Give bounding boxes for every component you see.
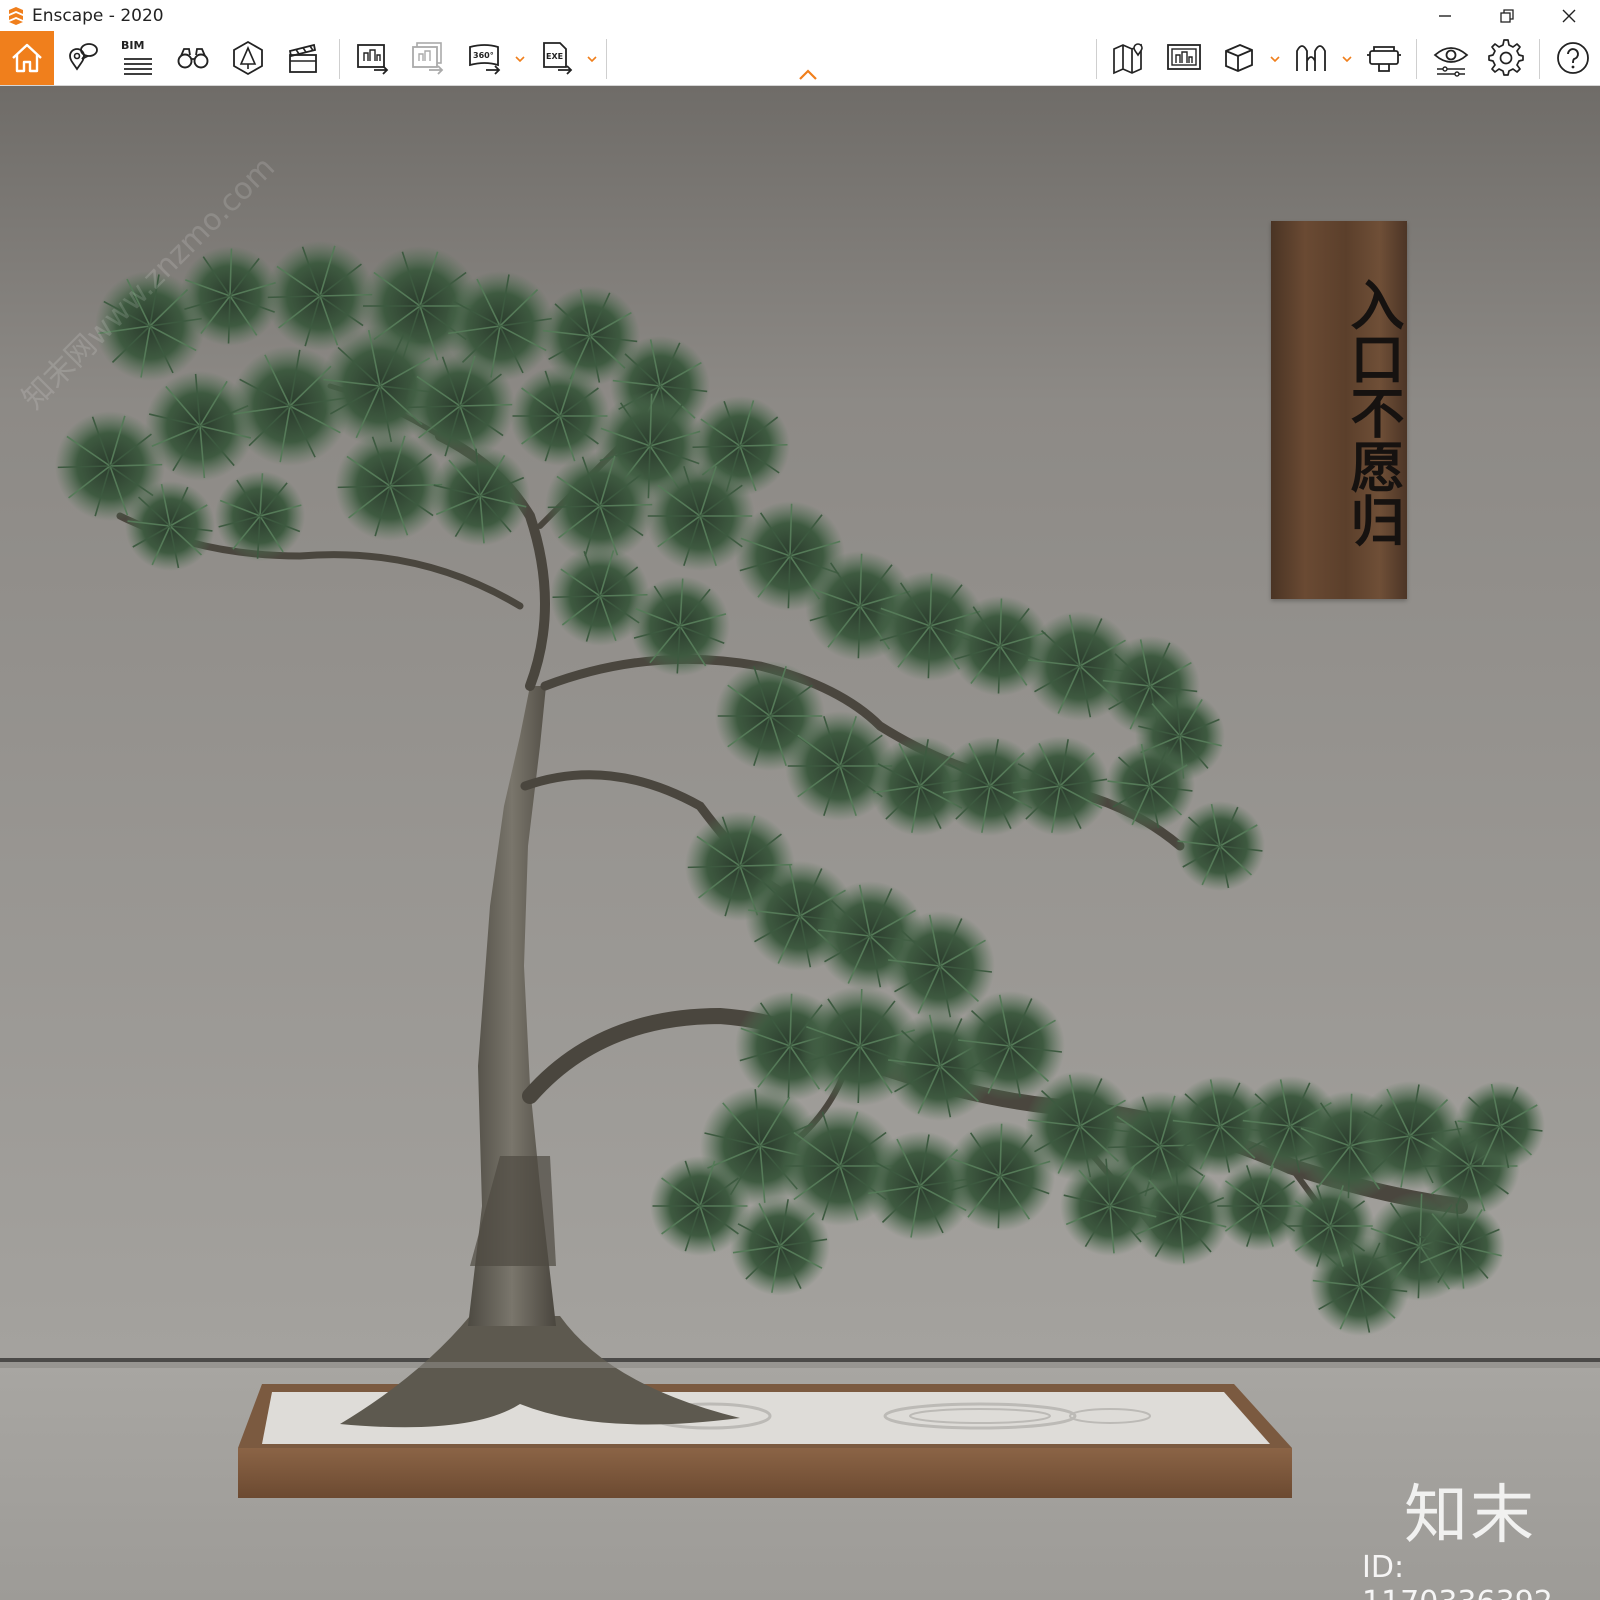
main-toolbar: BIM 360° EXE — [0, 31, 1600, 86]
svg-text:EXE: EXE — [546, 52, 563, 61]
restore-icon — [1500, 8, 1514, 23]
settings-button[interactable] — [1479, 31, 1533, 85]
toolbar-separator — [1539, 39, 1540, 79]
video-editor-button[interactable] — [276, 31, 330, 85]
vr-headset-button[interactable] — [1357, 31, 1411, 85]
home-icon — [12, 43, 42, 73]
map-button[interactable] — [1102, 31, 1156, 85]
chevron-down-icon — [587, 56, 597, 62]
home-button[interactable] — [0, 31, 54, 85]
minimize-icon — [1439, 14, 1451, 17]
toolbar-separator — [339, 39, 340, 79]
binoculars-icon — [177, 48, 209, 69]
chevron-down-icon — [1342, 56, 1352, 62]
plaque-calligraphy: 入口不愿归 — [1341, 277, 1405, 547]
binoculars-button[interactable] — [166, 31, 220, 85]
enscape-logo-icon — [9, 6, 23, 25]
wooden-plaque: 入口不愿归 — [1271, 221, 1407, 599]
view-management-icon — [69, 43, 98, 71]
help-button[interactable] — [1546, 31, 1600, 85]
svg-text:360°: 360° — [473, 51, 494, 60]
watermark-logo: 知末 — [1404, 1479, 1536, 1553]
export-image-icon — [357, 44, 389, 75]
batch-export-button[interactable] — [401, 31, 455, 85]
export-360-dropdown[interactable] — [513, 49, 527, 69]
help-icon — [1557, 42, 1589, 74]
panorama-dropdown[interactable] — [1340, 49, 1354, 69]
export-360-icon: 360° — [469, 44, 501, 75]
close-icon — [1562, 9, 1576, 22]
collapse-toolbar-icon[interactable] — [796, 67, 820, 83]
toolbar-separator — [606, 39, 607, 79]
toolbar-separator — [1096, 39, 1097, 79]
batch-export-icon — [412, 42, 444, 75]
minimize-button[interactable] — [1414, 0, 1476, 31]
export-exe-icon: EXE — [543, 42, 573, 75]
asset-library-icon — [233, 40, 263, 76]
panorama-button[interactable] — [1284, 31, 1338, 85]
map-icon — [1113, 43, 1143, 75]
window-title: Enscape - 2020 — [32, 5, 164, 26]
view-management-button[interactable] — [56, 31, 110, 85]
cube-icon — [1225, 44, 1253, 72]
chevron-down-icon — [1270, 56, 1280, 62]
bim-label: BIM — [121, 39, 145, 52]
restore-button[interactable] — [1476, 0, 1538, 31]
vr-headset-icon — [1367, 46, 1401, 72]
export-exe-dropdown[interactable] — [585, 49, 599, 69]
cube-dropdown[interactable] — [1268, 49, 1282, 69]
export-exe-button[interactable]: EXE — [530, 31, 584, 85]
title-bar: Enscape - 2020 — [0, 0, 1600, 31]
video-editor-icon — [288, 43, 317, 73]
capture-icon — [1167, 44, 1201, 70]
capture-button[interactable] — [1157, 31, 1211, 85]
cube-button[interactable] — [1212, 31, 1266, 85]
asset-library-button[interactable] — [221, 31, 275, 85]
render-viewport[interactable]: 入口不愿归 知末网www.znzmo.com 知末 ID: 1170336392 — [0, 86, 1600, 1600]
settings-icon — [1488, 39, 1524, 76]
visual-settings-button[interactable] — [1424, 31, 1478, 85]
visual-settings-icon — [1433, 47, 1469, 77]
close-button[interactable] — [1538, 0, 1600, 31]
export-image-button[interactable] — [346, 31, 400, 85]
watermark-id: ID: 1170336392 — [1362, 1550, 1553, 1600]
toolbar-separator — [1416, 39, 1417, 79]
export-360-button[interactable]: 360° — [458, 31, 512, 85]
chevron-down-icon — [515, 56, 525, 62]
panorama-icon — [1296, 45, 1326, 71]
